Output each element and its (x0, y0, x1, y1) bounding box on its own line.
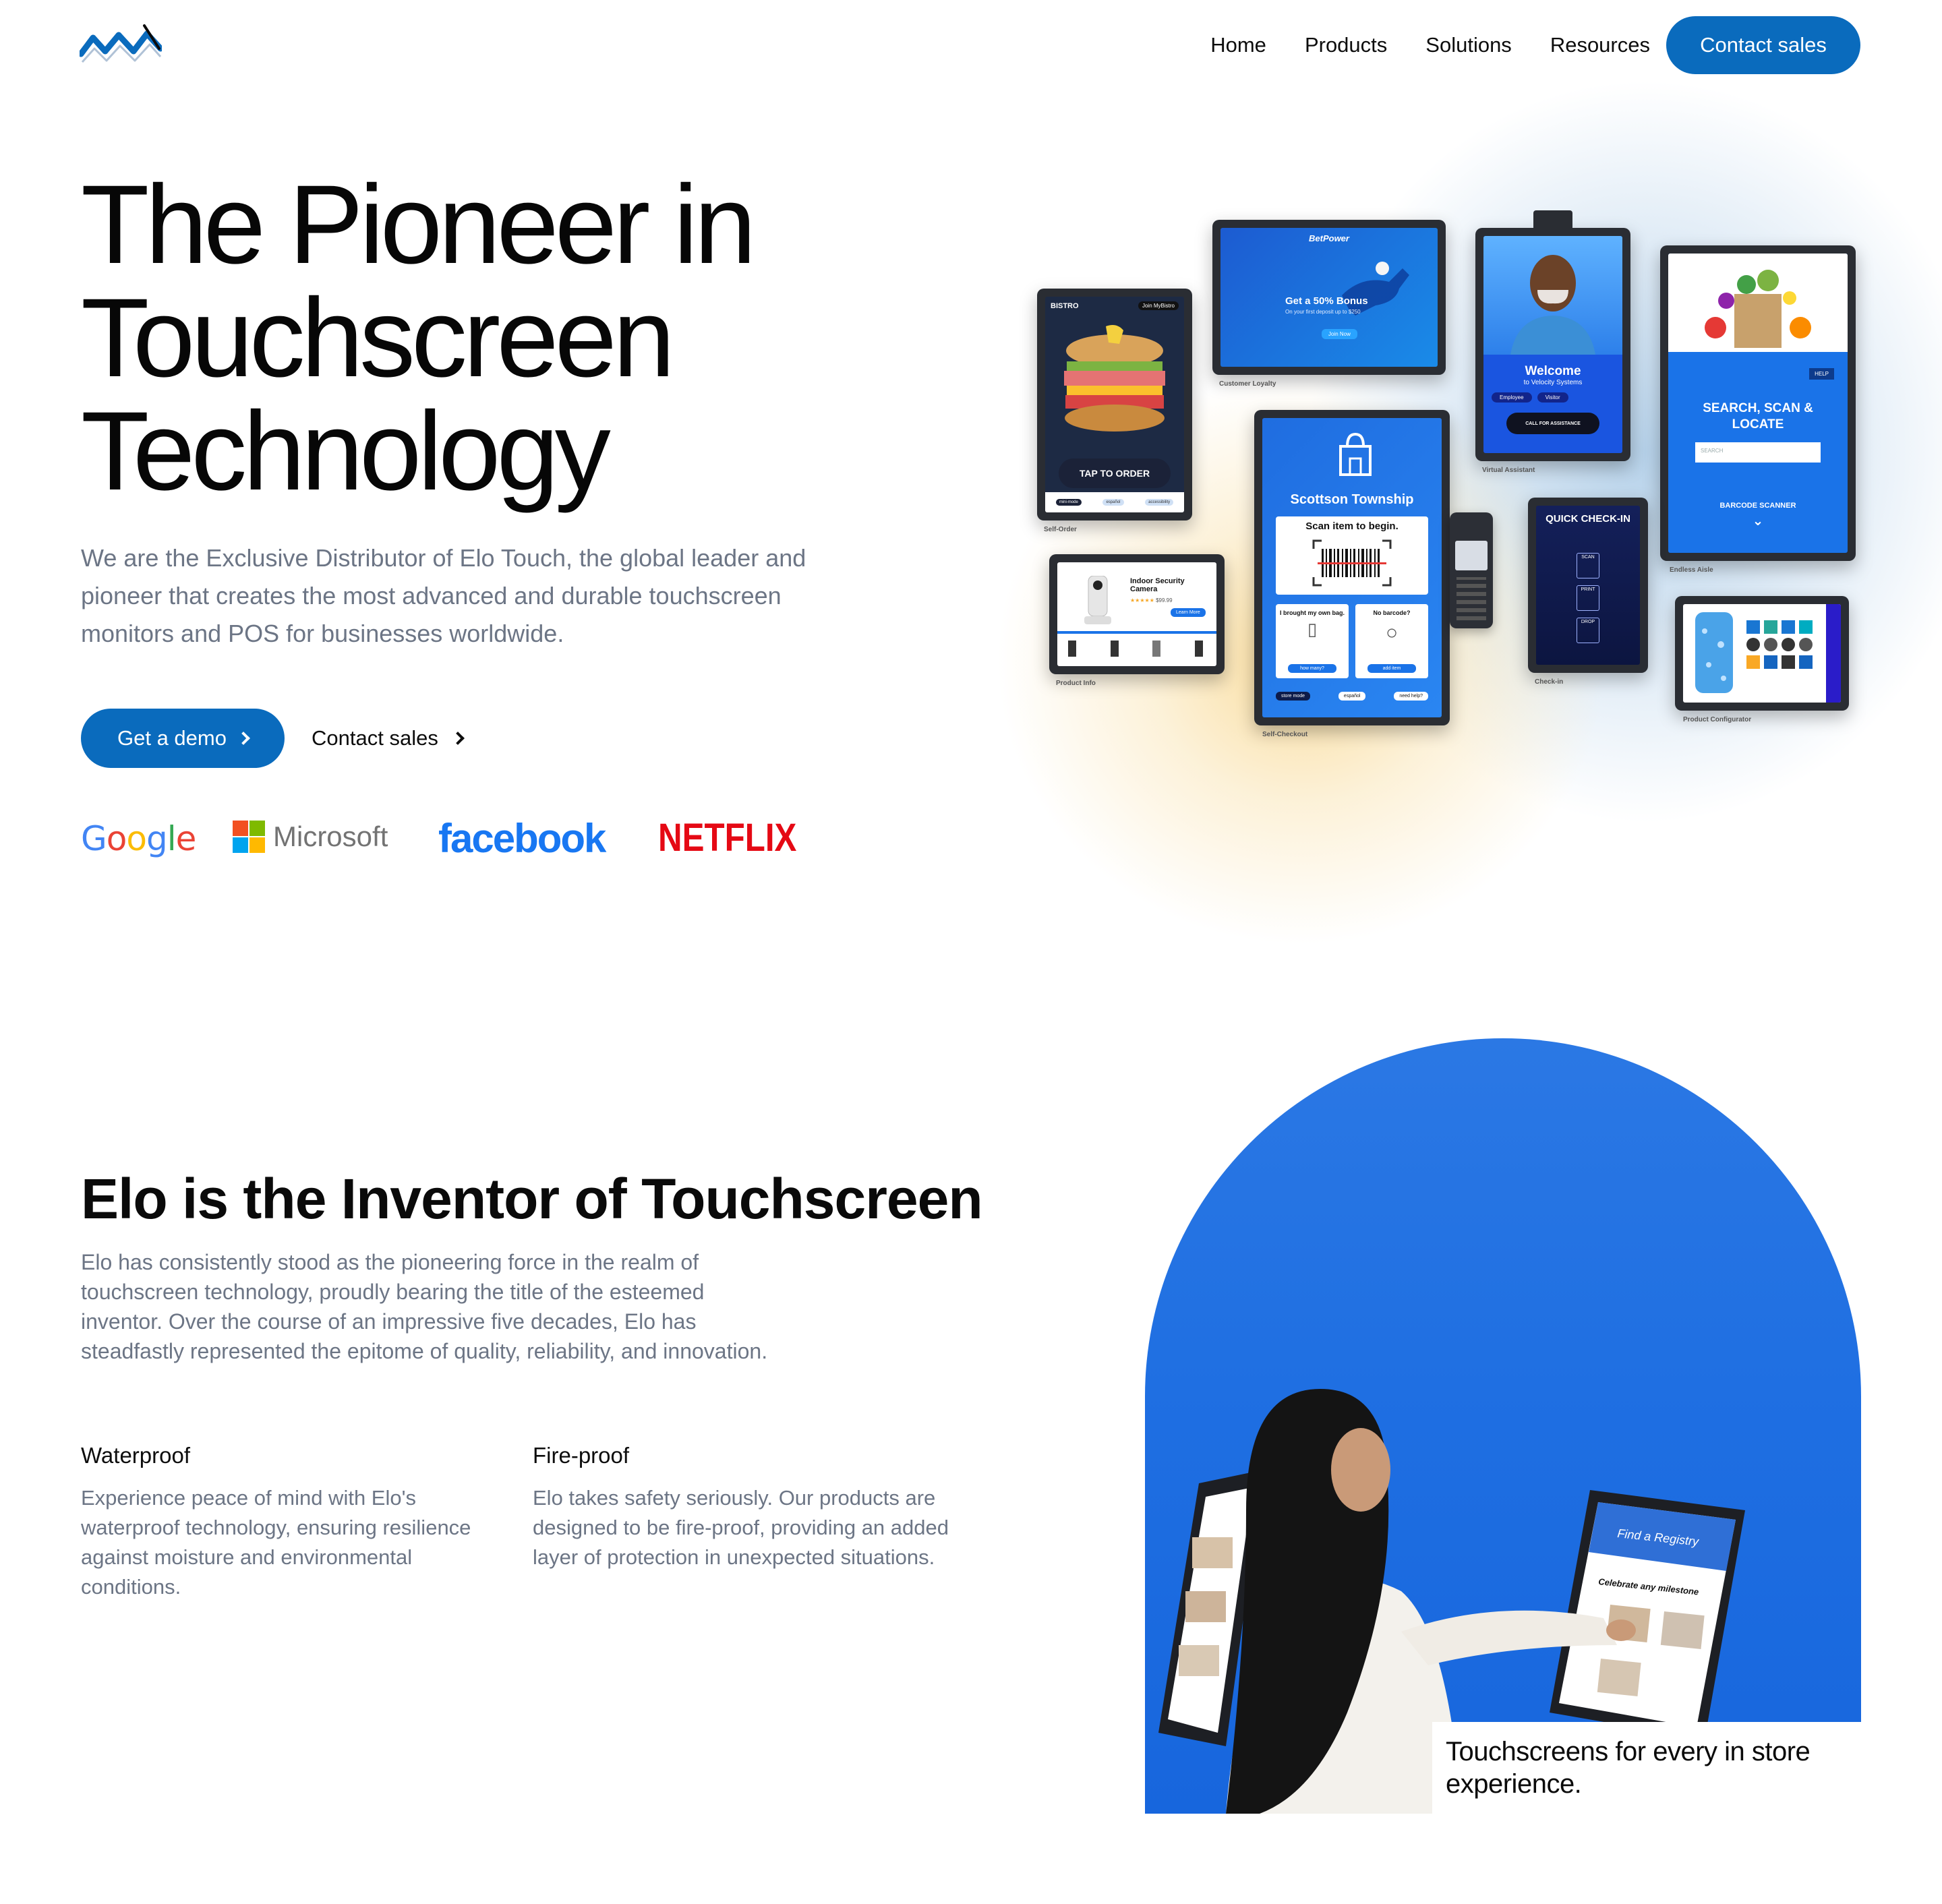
feature-waterproof-title: Waterproof (81, 1443, 191, 1468)
section-description: Elo has consistently stood as the pionee… (81, 1250, 768, 1363)
how-many-button: how many? (1288, 664, 1336, 673)
device-caption: Product Info (1056, 680, 1096, 687)
bistro-brand: BISTRO (1051, 302, 1079, 310)
product-name: Indoor Security Camera (1130, 577, 1185, 593)
brand-logo[interactable] (80, 22, 162, 69)
drop-step: DROP (1577, 618, 1599, 643)
search-field: SEARCH (1695, 442, 1821, 463)
device-caption: Customer Loyalty (1219, 380, 1276, 388)
device-product-info: Indoor Security Camera ★★★★★ $99.99 Lear… (1049, 554, 1225, 687)
device-caption: Self-Order (1044, 526, 1077, 533)
learn-more-button: Learn More (1171, 608, 1206, 617)
device-virtual-assistant: Welcome to Velocity Systems Employee Vis… (1475, 210, 1630, 474)
feature-waterproof-description: Experience peace of mind with Elo's wate… (81, 1486, 471, 1599)
join-now-button: Join Now (1322, 329, 1357, 339)
hero-title-line: Touchscreen (81, 276, 675, 400)
chevron-down-icon: ⌄ (1752, 514, 1764, 529)
hero-title: The Pioneer in Touchscreen Technology (81, 169, 890, 508)
barcode-icon (1312, 539, 1392, 587)
add-item-button: add item (1367, 664, 1416, 673)
photo-caption: Touchscreens for every in store experien… (1432, 1722, 1861, 1814)
hero-title-line: Technology (81, 389, 611, 514)
scan-step: SCAN (1577, 553, 1599, 578)
groceries-image (1705, 270, 1811, 348)
bag-icon: ▯ (1307, 619, 1318, 639)
welcome-sub: to Velocity Systems (1523, 379, 1583, 386)
microsoft-squares-icon (233, 821, 265, 853)
welcome-heading: Welcome (1525, 364, 1581, 378)
device-self-order: BISTRO Join MyBistro TAP TO ORDER mini-m… (1037, 289, 1192, 533)
store-mode-button: store mode (1276, 692, 1311, 701)
microsoft-wordmark: Microsoft (273, 821, 388, 852)
township-heading: Scottson Township (1290, 492, 1414, 507)
no-barcode-label: No barcode? (1373, 609, 1411, 616)
scan-prompt: Scan item to begin. (1305, 520, 1399, 532)
device-customer-loyalty: BetPower Get a 50% Bonus On your first d… (1212, 220, 1446, 388)
need-help-button: need help? (1394, 692, 1428, 701)
feature-fireproof-description: Elo takes safety seriously. Our products… (533, 1486, 949, 1569)
chip: español (1102, 499, 1124, 506)
product-price: $99.99 (1156, 597, 1173, 603)
chevron-right-icon (237, 732, 250, 745)
visitor-option: Visitor (1537, 392, 1568, 403)
store-icon (1339, 432, 1372, 476)
feature-fireproof-title: Fire-proof (533, 1443, 630, 1468)
language-button: español (1338, 692, 1366, 701)
device-caption: Self-Checkout (1262, 731, 1308, 738)
device-check-in: QUICK CHECK-IN SCAN PRINT DROP Check-in (1528, 498, 1648, 686)
quick-checkin-heading: QUICK CHECK-IN (1546, 513, 1630, 525)
tap-to-order-button: TAP TO ORDER (1059, 458, 1171, 488)
bonus-sub: On your first deposit up to $250 (1285, 309, 1361, 315)
kiosk-photo-arch: Find a Registry Celebrate any milestone (1145, 1038, 1861, 1814)
hero-description: We are the Exclusive Distributor of Elo … (81, 544, 806, 647)
device-caption: Virtual Assistant (1482, 467, 1535, 474)
chevron-right-icon (450, 732, 465, 745)
woman-using-kiosk-photo: Find a Registry Celebrate any milestone (1158, 1389, 1745, 1814)
phone-case-image (1695, 612, 1733, 693)
bonus-headline: Get a 50% Bonus (1285, 295, 1368, 307)
device-caption: Endless Aisle (1670, 566, 1713, 574)
device-caption: Product Configurator (1683, 716, 1752, 723)
hero-title-line: The Pioneer in (81, 162, 757, 287)
get-demo-label: Get a demo (117, 726, 227, 750)
chip: accessibility (1145, 499, 1174, 506)
contact-sales-label: Contact sales (312, 726, 438, 750)
barcode-scanner-label: BARCODE SCANNER (1719, 502, 1796, 510)
own-bag-label: I brought my own bag. (1280, 609, 1345, 616)
help-button: HELP (1809, 368, 1834, 380)
payment-terminal (1450, 512, 1493, 628)
device-self-checkout: Scottson Township Scan item to begin. I … (1254, 410, 1450, 738)
contact-sales-link[interactable]: Contact sales (312, 709, 465, 768)
section-title: Elo is the Inventor of Touchscreen (81, 1167, 983, 1230)
print-step: PRINT (1577, 585, 1599, 611)
employee-option: Employee (1492, 392, 1532, 403)
sandwich-image (1064, 325, 1165, 432)
call-assistance-button: CALL FOR ASSISTANCE (1506, 413, 1599, 434)
camera-module (1533, 210, 1572, 228)
chip: mini-mode (1055, 499, 1082, 506)
assistant-portrait (1510, 255, 1595, 355)
get-demo-button[interactable]: Get a demo (81, 709, 285, 768)
netflix-logo: NETFLIX (658, 816, 797, 860)
join-button: Join MyBistro (1138, 301, 1179, 310)
device-endless-aisle: HELP SEARCH, SCAN & LOCATE SEARCH BARCOD… (1660, 245, 1856, 574)
betpower-brand: BetPower (1309, 233, 1349, 243)
device-product-configurator: Product Configurator (1675, 596, 1849, 723)
apple-icon: ○ (1385, 622, 1399, 644)
search-scan-headline: SEARCH, SCAN & LOCATE (1703, 401, 1813, 432)
facebook-logo: facebook (438, 816, 606, 861)
microsoft-logo: Microsoft (233, 821, 388, 853)
google-logo: Google (81, 819, 196, 858)
device-caption: Check-in (1535, 678, 1564, 686)
camera-product-image (1084, 576, 1111, 624)
